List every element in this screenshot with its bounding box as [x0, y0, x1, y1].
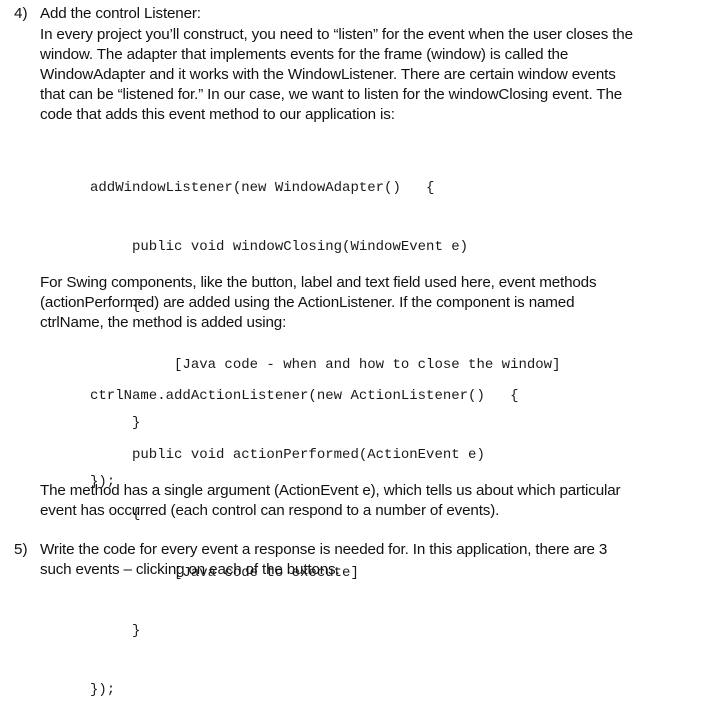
intro-line: window. The adapter that implements even… — [40, 46, 569, 63]
step-4-intro: In every project you’ll construct, you n… — [40, 25, 718, 125]
code-line: ctrlName.addActionListener(new ActionLis… — [90, 388, 519, 405]
method-paragraph: The method has a single argument (Action… — [40, 481, 718, 521]
step-4-title: Add the control Listener: — [40, 4, 718, 24]
code-line: public void actionPerformed(ActionEvent … — [90, 446, 485, 463]
method-line: The method has a single argument (Action… — [40, 482, 621, 499]
swing-line: ctrlName, the method is added using: — [40, 314, 287, 331]
step-4-title-text: Add the control Listener: — [40, 5, 201, 22]
intro-line: WindowAdapter and it works with the Wind… — [40, 66, 616, 83]
code-line: } — [90, 623, 141, 640]
intro-line: In every project you’ll construct, you n… — [40, 26, 633, 43]
swing-paragraph: For Swing components, like the button, l… — [40, 273, 718, 333]
code-line: }); — [90, 682, 116, 699]
swing-line: (actionPerformed) are added using the Ac… — [40, 294, 575, 311]
code-block-action-listener: ctrlName.addActionListener(new ActionLis… — [90, 348, 518, 720]
step-5-number: 5) — [14, 541, 28, 558]
method-line: event has occurred (each control can res… — [40, 502, 500, 519]
code-line: addWindowListener(new WindowAdapter() { — [90, 180, 435, 197]
step-4-number: 4) — [14, 5, 28, 22]
step-5-text: Write the code for every event a respons… — [40, 540, 718, 580]
intro-line: that can be “listened for.” In our case,… — [40, 86, 623, 103]
intro-line: code that adds this event method to our … — [40, 106, 395, 123]
code-line: public void windowClosing(WindowEvent e) — [90, 238, 469, 255]
swing-line: For Swing components, like the button, l… — [40, 274, 597, 291]
step-5-line: Write the code for every event a respons… — [40, 541, 608, 558]
step-5-line: such events – clicking on each of the bu… — [40, 561, 340, 578]
